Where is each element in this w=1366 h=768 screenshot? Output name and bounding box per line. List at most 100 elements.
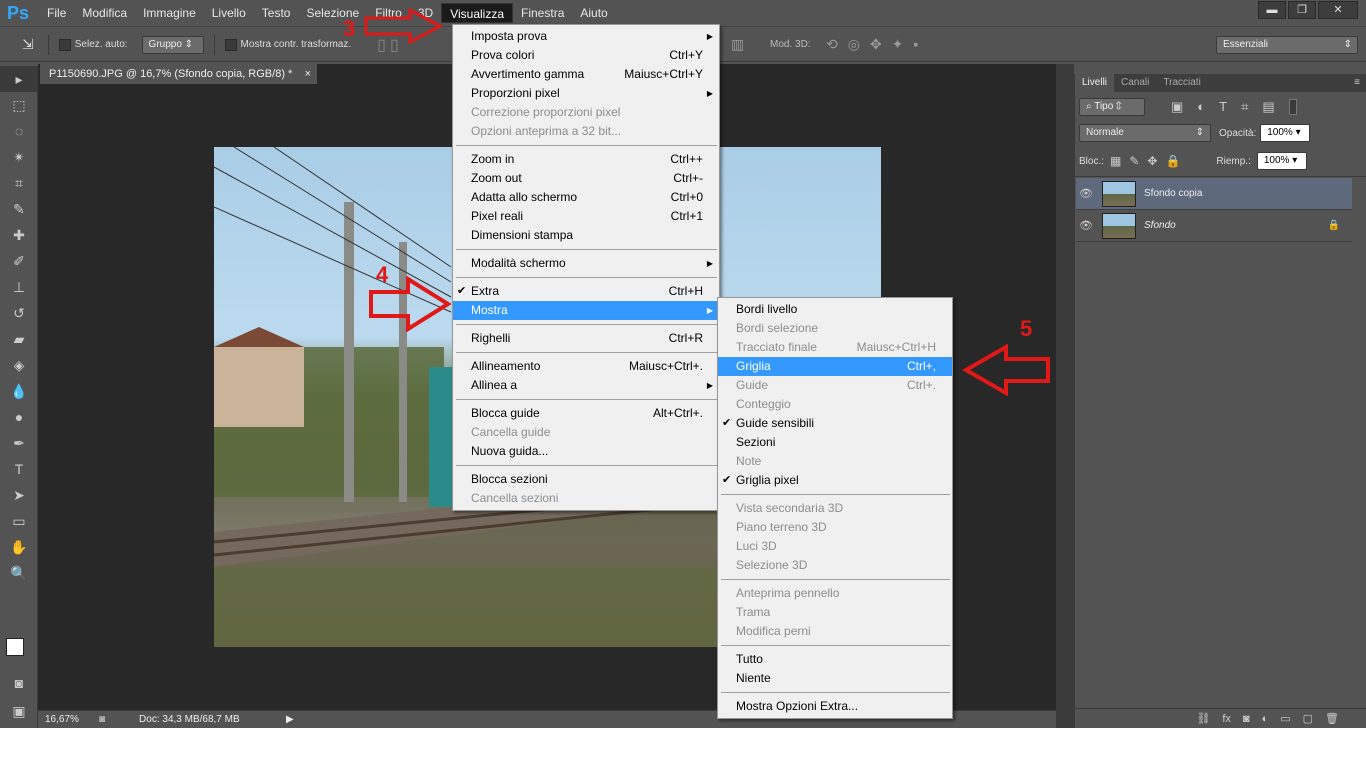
crop-tool-icon[interactable]: ⌗ (0, 170, 38, 196)
lock-icons[interactable]: ▦✎✥🔒 (1110, 154, 1188, 168)
show_submenu-piano-terreno-3d[interactable]: Piano terreno 3D (718, 518, 952, 537)
show_submenu-griglia-pixel[interactable]: ✔ Griglia pixel (718, 471, 952, 490)
view_menu-extra[interactable]: ✔ Extra Ctrl+H (453, 282, 719, 301)
type-tool-icon[interactable]: T (0, 456, 38, 482)
show_submenu-tracciato-finale[interactable]: Tracciato finale Maiusc+Ctrl+H (718, 338, 952, 357)
panel-menu-icon[interactable]: ≡ (1354, 74, 1366, 92)
menu-file[interactable]: File (39, 3, 74, 23)
paint-bucket-icon[interactable]: ◈ (0, 352, 38, 378)
view_menu-modalità-schermo[interactable]: Modalità schermo ▶ (453, 254, 719, 273)
view_menu-blocca-guide[interactable]: Blocca guide Alt+Ctrl+. (453, 404, 719, 423)
brush-tool-icon[interactable]: ✐ (0, 248, 38, 274)
show_submenu-bordi-livello[interactable]: Bordi livello (718, 300, 952, 319)
view_menu-allineamento[interactable]: Allineamento Maiusc+Ctrl+. (453, 357, 719, 376)
view_menu-adatta-allo-schermo[interactable]: Adatta allo schermo Ctrl+0 (453, 188, 719, 207)
document-tab-close-icon[interactable]: × (305, 64, 311, 84)
close-button[interactable]: ✕ (1318, 1, 1358, 19)
eyedropper-icon[interactable]: ✎ (0, 196, 38, 222)
new-layer-icon[interactable]: ▢ (1303, 712, 1313, 725)
view_menu-prova-colori[interactable]: Prova colori Ctrl+Y (453, 46, 719, 65)
view_menu-blocca-sezioni[interactable]: Blocca sezioni (453, 470, 719, 489)
view_menu-dimensioni-stampa[interactable]: Dimensioni stampa (453, 226, 719, 245)
show_submenu-griglia[interactable]: Griglia Ctrl+, (718, 357, 952, 376)
menu-selezione[interactable]: Selezione (298, 3, 367, 23)
fill-input[interactable]: 100% ▾ (1256, 152, 1307, 170)
visibility-eye-icon[interactable]: 👁 (1076, 219, 1096, 232)
delete-layer-icon[interactable]: 🗑 (1325, 712, 1339, 725)
auto-select-checkbox[interactable] (58, 38, 71, 51)
new-group-icon[interactable]: ▭ (1280, 712, 1290, 725)
visibility-eye-icon[interactable]: 👁 (1076, 187, 1096, 200)
pen-tool-icon[interactable]: ✒ (0, 430, 38, 456)
status-icon[interactable]: ◙ (99, 714, 105, 725)
menu-immagine[interactable]: Immagine (135, 3, 204, 23)
show_submenu-vista-secondaria-3d[interactable]: Vista secondaria 3D (718, 499, 952, 518)
adjustment-layer-icon[interactable]: ◐ (1262, 713, 1269, 725)
path-selection-icon[interactable]: ➤ (0, 482, 38, 508)
layer-name[interactable]: Sfondo copia (1144, 188, 1202, 199)
show_submenu-sezioni[interactable]: Sezioni (718, 433, 952, 452)
show_submenu-mostra-opzioni-extra[interactable]: Mostra Opzioni Extra... (718, 697, 952, 716)
healing-brush-icon[interactable]: ✚ (0, 222, 38, 248)
minimize-button[interactable]: ▬ (1258, 1, 1286, 19)
show_submenu-guide-sensibili[interactable]: ✔ Guide sensibili (718, 414, 952, 433)
clone-stamp-icon[interactable]: ⊥ (0, 274, 38, 300)
menu-visualizza[interactable]: Visualizza (441, 3, 514, 23)
filter-toggle[interactable] (1288, 99, 1297, 115)
menu-finestra[interactable]: Finestra (513, 3, 572, 23)
marquee-tool-icon[interactable]: ⬚ (0, 92, 38, 118)
view_menu-righelli[interactable]: Righelli Ctrl+R (453, 329, 719, 348)
view_menu-zoom-out[interactable]: Zoom out Ctrl+- (453, 169, 719, 188)
view_menu-allinea-a[interactable]: Allinea a ▶ (453, 376, 719, 395)
blend-mode-dropdown[interactable]: Normale ⇕ (1079, 124, 1211, 142)
eraser-icon[interactable]: ▰ (0, 326, 38, 352)
move-tool-icon[interactable]: ⇲ (22, 36, 34, 53)
distribute-icon[interactable]: ▥ (731, 36, 744, 53)
layer-filter-dropdown[interactable]: ⌕ Tipo ⇕ (1079, 98, 1145, 116)
magic-wand-icon[interactable]: ✴ (0, 144, 38, 170)
auto-select-dropdown[interactable]: Gruppo ⇕ (141, 35, 204, 54)
show_submenu-selezione-3d[interactable]: Selezione 3D (718, 556, 952, 575)
zoom-level[interactable]: 16,67% (45, 714, 89, 725)
dodge-tool-icon[interactable]: ● (0, 404, 38, 430)
layer-row-sfondo-copia[interactable]: 👁 Sfondo copia (1076, 178, 1352, 210)
screen-mode-icon[interactable]: ▣ (0, 698, 38, 724)
foreground-color-swatch[interactable] (6, 638, 24, 656)
opacity-input[interactable]: 100% ▾ (1260, 124, 1311, 142)
show_submenu-modifica-perni[interactable]: Modifica perni (718, 622, 952, 641)
menu-testo[interactable]: Testo (254, 3, 299, 23)
view_menu-cancella-guide[interactable]: Cancella guide (453, 423, 719, 442)
menu-modifica[interactable]: Modifica (74, 3, 135, 23)
tab-canali[interactable]: Canali (1114, 74, 1156, 92)
view_menu-zoom-in[interactable]: Zoom in Ctrl++ (453, 150, 719, 169)
layer-name[interactable]: Sfondo (1144, 220, 1176, 231)
menu-livello[interactable]: Livello (204, 3, 254, 23)
view_menu-cancella-sezioni[interactable]: Cancella sezioni (453, 489, 719, 508)
show_submenu-trama[interactable]: Trama (718, 603, 952, 622)
view_menu-opzioni-anteprima-a-32-bit[interactable]: Opzioni anteprima a 32 bit... (453, 122, 719, 141)
show_submenu-note[interactable]: Note (718, 452, 952, 471)
tab-livelli[interactable]: Livelli (1075, 74, 1115, 92)
zoom-tool-icon[interactable]: 🔍 (0, 560, 38, 586)
show_submenu-guide[interactable]: Guide Ctrl+. (718, 376, 952, 395)
layer-row-sfondo[interactable]: 👁 Sfondo 🔒 (1076, 210, 1352, 242)
view_menu-imposta-prova[interactable]: Imposta prova ▶ (453, 27, 719, 46)
show_submenu-luci-3d[interactable]: Luci 3D (718, 537, 952, 556)
restore-button[interactable]: ❐ (1288, 1, 1316, 19)
filter-icons[interactable]: ▣◐T⌗▤ (1171, 99, 1289, 115)
show_submenu-niente[interactable]: Niente (718, 669, 952, 688)
history-brush-icon[interactable]: ↺ (0, 300, 38, 326)
view_menu-avvertimento-gamma[interactable]: Avvertimento gamma Maiusc+Ctrl+Y (453, 65, 719, 84)
show_submenu-anteprima-pennello[interactable]: Anteprima pennello (718, 584, 952, 603)
show_submenu-conteggio[interactable]: Conteggio (718, 395, 952, 414)
3d-tools-icons[interactable]: ⟲◎✥✦▪ (826, 36, 928, 53)
status-menu-arrow-icon[interactable]: ▶ (286, 714, 294, 725)
view_menu-pixel-reali[interactable]: Pixel reali Ctrl+1 (453, 207, 719, 226)
lasso-tool-icon[interactable]: ◌ (0, 118, 38, 144)
hand-tool-icon[interactable]: ✋ (0, 534, 38, 560)
view_menu-correzione-proporzioni-pixel[interactable]: Correzione proporzioni pixel (453, 103, 719, 122)
show-transform-checkbox[interactable] (224, 38, 237, 51)
tab-tracciati[interactable]: Tracciati (1156, 74, 1207, 92)
view_menu-mostra[interactable]: Mostra ▶ (453, 301, 719, 320)
add-mask-icon[interactable]: ◙ (1243, 713, 1250, 725)
